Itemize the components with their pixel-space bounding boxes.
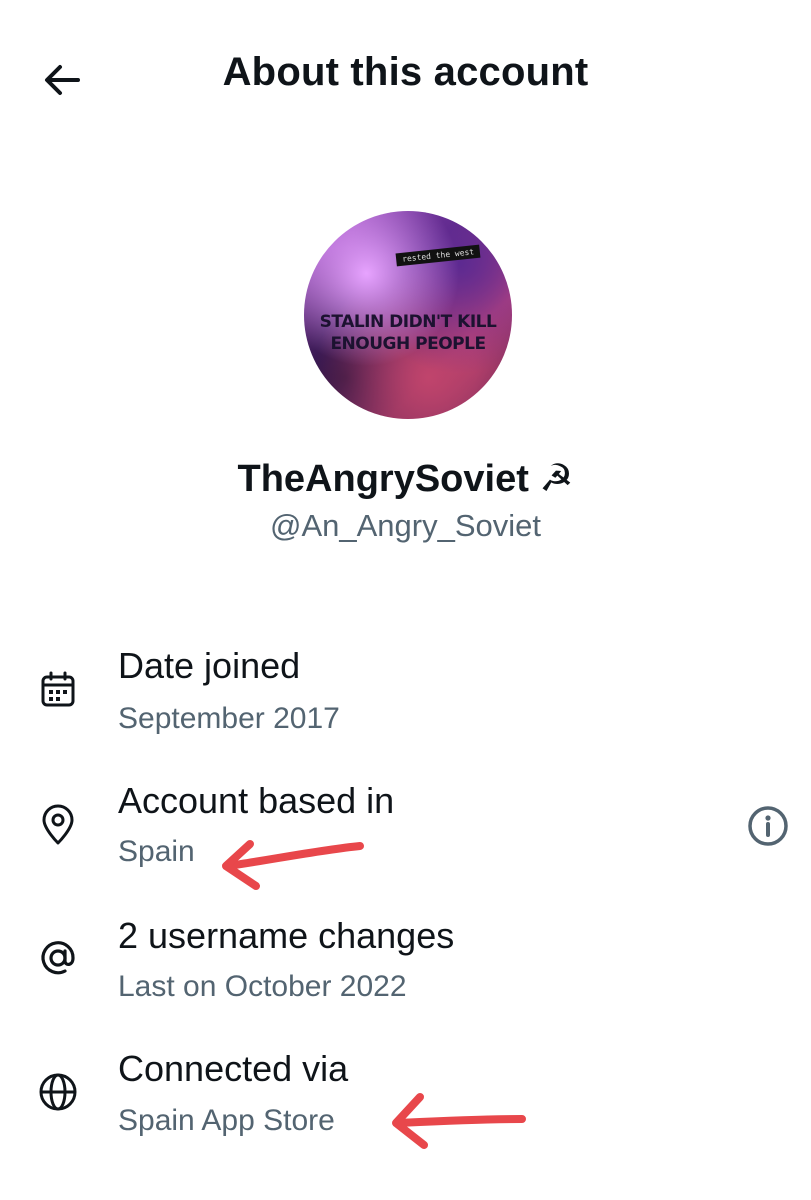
info-circle-icon xyxy=(748,806,788,846)
date-joined-label: Date joined xyxy=(118,645,301,686)
location-pin-icon xyxy=(34,801,82,849)
info-button[interactable] xyxy=(744,802,792,850)
info-row-date-joined: Date joined September 2017 xyxy=(0,640,811,750)
annotation-arrow-2 xyxy=(392,1093,526,1149)
avatar-slogan: STALIN DIDN'T KILL ENOUGH PEOPLE xyxy=(304,311,512,355)
avatar[interactable]: rested the west STALIN DIDN'T KILL ENOUG… xyxy=(304,211,512,419)
username-handle: @An_Angry_Soviet xyxy=(269,508,541,543)
avatar-slogan-line2: ENOUGH PEOPLE xyxy=(330,334,486,354)
at-sign-icon xyxy=(34,934,82,982)
calendar-icon xyxy=(34,666,82,714)
connected-via-value: Spain App Store xyxy=(118,1104,335,1137)
info-row-account-based-in: Account based in Spain xyxy=(0,775,811,885)
account-based-in-value: Spain xyxy=(118,835,195,868)
globe-icon xyxy=(34,1068,82,1116)
account-based-in-label: Account based in xyxy=(118,780,395,821)
info-row-username-changes: 2 username changes Last on October 2022 xyxy=(0,910,811,1020)
avatar-slogan-line1: STALIN DIDN'T KILL xyxy=(319,312,497,332)
username-changes-label: 2 username changes xyxy=(118,915,455,956)
username-changes-value: Last on October 2022 xyxy=(118,970,407,1003)
annotation-arrow-1 xyxy=(222,840,364,890)
avatar-caption: rested the west xyxy=(395,244,481,267)
header: About this account xyxy=(0,0,811,160)
display-name: TheAngrySoviet ☭ xyxy=(237,458,574,500)
page-title: About this account xyxy=(222,50,589,94)
date-joined-value: September 2017 xyxy=(118,702,340,735)
connected-via-label: Connected via xyxy=(118,1048,349,1089)
about-account-page: About this account rested the west STALI… xyxy=(0,0,811,1200)
